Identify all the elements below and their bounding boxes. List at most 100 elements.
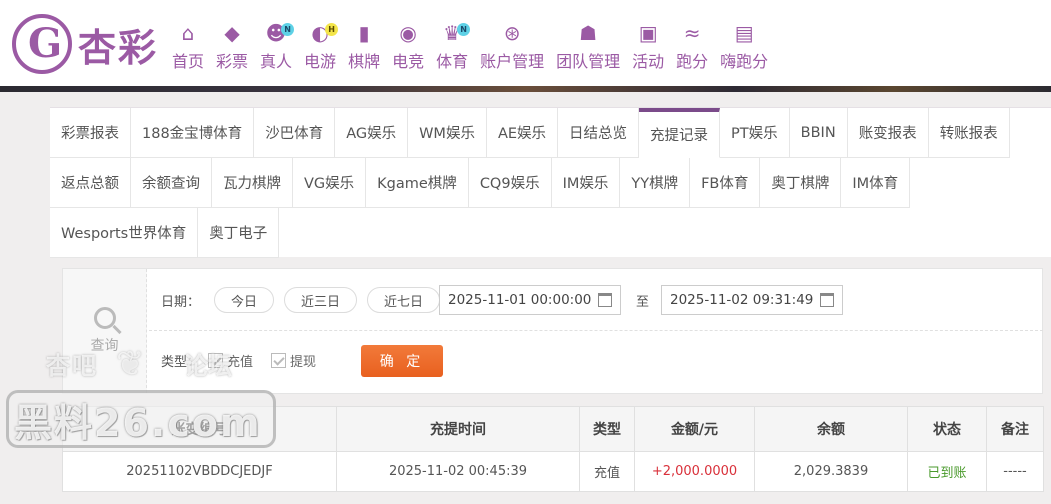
- nav-label: 跑分: [676, 52, 709, 71]
- table-cell: 2025-11-02 00:45:39: [336, 451, 580, 492]
- table-row: 20251102VBDDCJEDJF 2025-11-02 00:45:39 充值 +…: [62, 451, 1044, 492]
- column-header: 状态: [907, 406, 987, 452]
- nav-item[interactable]: ≈ 跑分: [676, 20, 708, 72]
- joystick-icon: ◉: [399, 21, 417, 45]
- nav-label: 电游: [304, 52, 337, 71]
- confirm-button[interactable]: 确 定: [361, 345, 443, 377]
- banner-strip: [0, 86, 1051, 92]
- report-tab[interactable]: 奥丁电子: [198, 208, 280, 258]
- lottery-ticket-icon: ◆: [224, 21, 240, 45]
- report-tab[interactable]: 余额查询: [131, 158, 212, 208]
- nav-item[interactable]: ◐ H 电游: [304, 20, 339, 72]
- main-nav: ⌂ 首页 ◆ 彩票 ☻ N 真人 ◐ H 电游 ▮ 棋牌 ◉ 电竞 ♛ N 体育 ⊛ 账户管理 ☗ 团队管理 ▣ 活动 ≈ 跑分…: [166, 20, 774, 72]
- nav-item[interactable]: ◉ 电竞: [392, 20, 424, 72]
- report-tab[interactable]: 日结总览: [558, 108, 640, 158]
- site-logo[interactable]: 杏彩: [12, 14, 158, 74]
- nav-badge: N: [457, 23, 471, 36]
- column-header: 备注: [986, 406, 1044, 452]
- logo-text: 杏彩: [78, 24, 159, 70]
- table-cell: -----: [986, 451, 1044, 492]
- date-row: 日期： 今日 近三日 近七日: [161, 285, 450, 315]
- nav-item[interactable]: ▮ 棋牌: [348, 20, 380, 72]
- table-cell: 2,029.3839: [754, 451, 908, 492]
- hi-icon: ▤: [734, 21, 754, 45]
- account-icon: ⊛: [503, 21, 521, 45]
- report-tabs: 彩票报表 188金宝博体育 沙巴体育 AG娱乐 WM娱乐 AE娱乐 日结总览 充提记录 PT娱乐…: [50, 107, 1051, 258]
- type-deposit-label: 充值: [227, 354, 254, 370]
- nav-label: 电竞: [392, 52, 425, 71]
- filter-panel: 查询 日期： 今日 近三日 近七日 2025-11-01 00:00:00 至 …: [62, 268, 1043, 394]
- report-tab[interactable]: 奥丁棋牌: [760, 158, 842, 208]
- nav-label: 首页: [172, 52, 205, 71]
- nav-label: 团队管理: [556, 52, 621, 71]
- report-tab[interactable]: 转账报表: [928, 108, 1010, 158]
- report-tab[interactable]: 沙巴体育: [254, 108, 336, 158]
- report-tab[interactable]: 充提记录: [639, 108, 721, 158]
- site-header: 杏彩 ⌂首页◆彩票☻N真人◐H电游▮棋牌◉电竞♛N体育⊛账户管理☗团队管理▣活动…: [0, 0, 1051, 86]
- report-tab[interactable]: FB体育: [690, 158, 761, 208]
- range-today-button[interactable]: 今日: [214, 287, 275, 313]
- report-tab[interactable]: BBIN: [789, 108, 848, 158]
- report-tab[interactable]: AG娱乐: [335, 108, 409, 158]
- start-date-input[interactable]: 2025-11-01 00:00:00: [439, 285, 621, 315]
- nav-label: 棋牌: [348, 52, 381, 71]
- nav-label: 账户管理: [480, 52, 545, 71]
- cards-icon: ▮: [358, 21, 370, 45]
- tab-row-1: 彩票报表 188金宝博体育 沙巴体育 AG娱乐 WM娱乐 AE娱乐 日结总览 充提记录 PT娱乐…: [50, 108, 1010, 158]
- report-tab[interactable]: WM娱乐: [408, 108, 487, 158]
- report-tab[interactable]: 彩票报表: [50, 108, 131, 158]
- nav-label: 嗨跑分: [720, 52, 769, 71]
- nav-badge: N: [281, 23, 295, 36]
- nav-item[interactable]: ▣ 活动: [632, 20, 664, 72]
- report-tab[interactable]: Kgame棋牌: [366, 158, 469, 208]
- report-tab[interactable]: YY棋牌: [620, 158, 691, 208]
- date-label: 日期：: [161, 294, 201, 310]
- column-header: 充提时间: [336, 406, 580, 452]
- type-deposit-checkbox[interactable]: 充值: [208, 351, 253, 370]
- nav-label: 活动: [632, 52, 665, 71]
- report-tab[interactable]: AE娱乐: [486, 108, 559, 158]
- nav-label: 真人: [260, 52, 293, 71]
- filter-divider: [149, 330, 1043, 331]
- checkbox-box[interactable]: [271, 352, 287, 368]
- report-tab[interactable]: 返点总额: [50, 158, 131, 208]
- tab-row-2: 返点总额 余额查询 瓦力棋牌 VG娱乐 Kgame棋牌 CQ9娱乐 IM娱乐 YY棋牌 FB体育…: [50, 158, 911, 208]
- nav-label: 体育: [436, 52, 469, 71]
- report-tab[interactable]: IM娱乐: [551, 158, 621, 208]
- calendar-icon[interactable]: [598, 293, 612, 307]
- range-7days-button[interactable]: 近七日: [367, 287, 441, 313]
- nav-item[interactable]: ▤ 嗨跑分: [720, 20, 768, 72]
- report-tab[interactable]: PT娱乐: [720, 108, 790, 158]
- nav-item[interactable]: ☻ N 真人: [260, 20, 295, 72]
- nav-item[interactable]: ☗ 团队管理: [556, 20, 620, 72]
- report-tab[interactable]: VG娱乐: [293, 158, 367, 208]
- checkbox-box[interactable]: [208, 352, 224, 368]
- report-tab[interactable]: 瓦力棋牌: [212, 158, 293, 208]
- report-tab[interactable]: CQ9娱乐: [468, 158, 552, 208]
- records-table: 账变编号 充提时间 类型 金额/元 余额 状态 备注 20251102VBDDCJEDJF 2…: [62, 406, 1044, 492]
- range-3days-button[interactable]: 近三日: [284, 287, 358, 313]
- query-button[interactable]: 查询: [63, 269, 147, 393]
- calendar-icon[interactable]: [820, 293, 834, 307]
- nav-item[interactable]: ♛ N 体育: [436, 20, 471, 72]
- home-icon: ⌂: [181, 21, 195, 45]
- type-withdraw-checkbox[interactable]: 提现: [271, 351, 316, 370]
- running-dog-icon: ≈: [683, 21, 701, 45]
- column-header: 账变编号: [62, 406, 337, 452]
- nav-item[interactable]: ⌂ 首页: [172, 20, 204, 72]
- table-cell: 已到账: [907, 451, 987, 492]
- search-icon: [93, 307, 116, 329]
- nav-item[interactable]: ◆ 彩票: [216, 20, 248, 72]
- type-label: 类型：: [161, 354, 201, 370]
- type-row: 类型： 充值 提现: [161, 345, 334, 375]
- gift-icon: ▣: [638, 21, 658, 45]
- end-date-value: 2025-11-02 09:31:49: [670, 292, 814, 308]
- report-tab[interactable]: Wesports世界体育: [50, 208, 199, 258]
- end-date-input[interactable]: 2025-11-02 09:31:49: [661, 285, 843, 315]
- table-cell: +2,000.0000: [634, 451, 755, 492]
- report-tab[interactable]: IM体育: [841, 158, 911, 208]
- report-tab[interactable]: 账变报表: [847, 108, 929, 158]
- nav-item[interactable]: ⊛ 账户管理: [480, 20, 544, 72]
- report-tab[interactable]: 188金宝博体育: [131, 108, 255, 158]
- nav-badge: H: [325, 23, 339, 36]
